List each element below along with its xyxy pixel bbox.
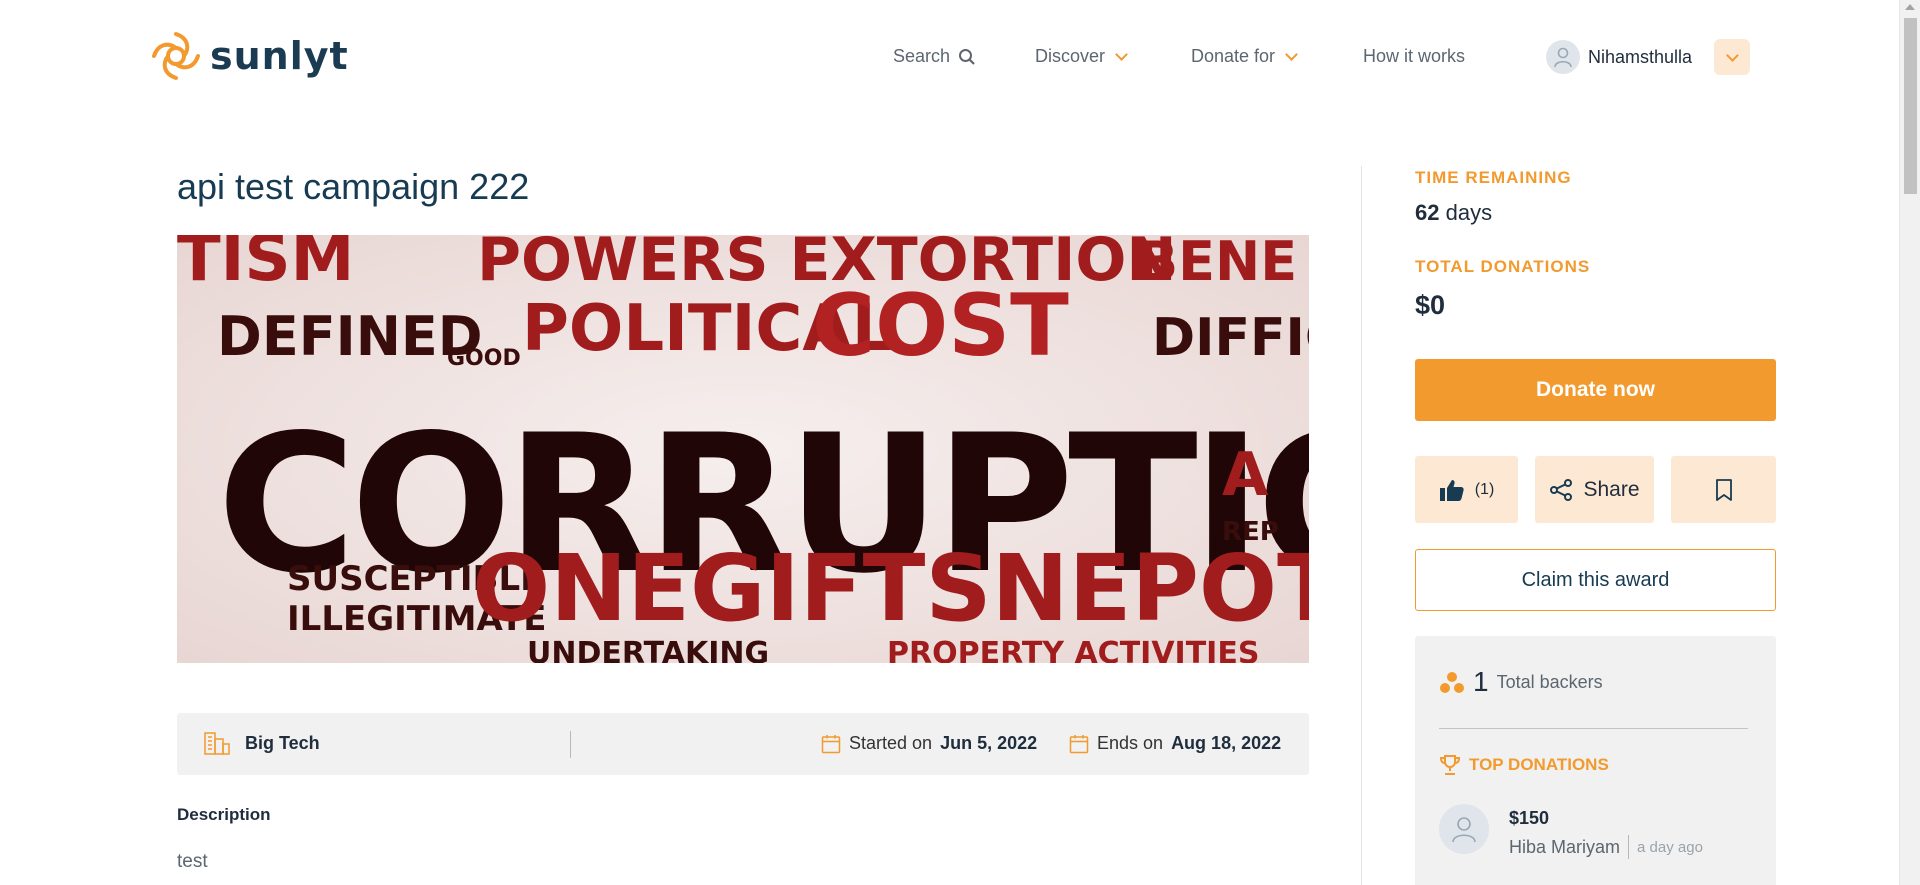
svg-text:BENE: BENE [1137, 235, 1297, 293]
scrollbar-thumb[interactable] [1904, 18, 1917, 194]
start-date-value: Jun 5, 2022 [940, 733, 1038, 753]
corruption-word-cloud-image: TISM POWERS EXTORTION BENE DEFINED POLIT… [177, 235, 1309, 663]
campaign-hero-image: TISM POWERS EXTORTION BENE DEFINED POLIT… [177, 235, 1309, 663]
backers-divider [1439, 728, 1748, 729]
svg-text:GOOD: GOOD [447, 346, 521, 371]
claim-award-button[interactable]: Claim this award [1415, 549, 1776, 611]
chevron-down-icon [1285, 47, 1298, 61]
user-icon [1452, 817, 1476, 843]
campaign-end-date: Ends on Aug 18, 2022 [1069, 733, 1281, 754]
thumbs-up-icon [1439, 479, 1464, 501]
top-donations-heading: TOP DONATIONS [1439, 754, 1609, 776]
donor-amount: $150 [1509, 808, 1550, 828]
chevron-down-icon [1725, 48, 1739, 62]
brand-logo[interactable]: sunlyt [150, 30, 349, 82]
donate-now-button[interactable]: Donate now [1415, 359, 1776, 421]
nav-search-label: Search [893, 46, 951, 66]
campaign-title: api test campaign 222 [177, 166, 530, 207]
donor-separator [1628, 835, 1630, 859]
svg-text:DEFINED: DEFINED [217, 305, 483, 368]
backers-label: Total backers [1496, 671, 1603, 692]
description-text: test [177, 851, 208, 872]
like-button[interactable]: (1) [1415, 456, 1518, 523]
svg-text:A: A [1222, 440, 1269, 510]
nav-discover-label: Discover [1035, 46, 1106, 66]
building-icon [204, 732, 230, 755]
svg-text:TISM: TISM [177, 235, 354, 296]
start-date-label: Started on [849, 733, 933, 753]
share-label: Share [1583, 477, 1640, 501]
backers-count: 1 [1473, 666, 1489, 697]
chevron-down-icon [1115, 47, 1128, 61]
user-avatar [1546, 40, 1580, 74]
donor-name: Hiba Mariyam [1509, 836, 1621, 857]
time-remaining-label: TIME REMAINING [1415, 168, 1572, 187]
campaign-category-label: Big Tech [245, 732, 320, 753]
nav-how-it-works[interactable]: How it works [1363, 46, 1465, 67]
nav-discover[interactable]: Discover [1035, 46, 1128, 67]
svg-text:COST: COST [812, 276, 1069, 376]
top-donations-label: TOP DONATIONS [1469, 755, 1609, 774]
svg-text:PROPERTY ACTIVITIES: PROPERTY ACTIVITIES [887, 636, 1259, 663]
backers-card: 1 Total backers TOP DONATIONS $150 Hiba … [1415, 636, 1776, 885]
time-remaining-unit: days [1439, 200, 1493, 225]
bookmark-button[interactable] [1671, 456, 1776, 523]
brand-name: sunlyt [210, 34, 349, 78]
time-remaining-value: 62 days [1415, 200, 1492, 226]
calendar-icon [1069, 734, 1089, 753]
share-button[interactable]: Share [1535, 456, 1654, 523]
nav-search[interactable]: Search [893, 46, 976, 67]
time-remaining-number: 62 [1415, 200, 1440, 225]
campaign-meta-bar: Big Tech Started on Jun 5, 2022 Ends on … [177, 713, 1309, 775]
share-icon [1550, 478, 1573, 501]
svg-text:DIFFIC: DIFFIC [1152, 308, 1309, 368]
description-heading: Description [177, 805, 271, 824]
scroll-up-arrow-icon[interactable] [1905, 4, 1915, 10]
user-menu-toggle[interactable] [1714, 39, 1750, 75]
calendar-icon [821, 734, 841, 753]
nav-donate-for[interactable]: Donate for [1191, 46, 1298, 67]
bookmark-icon [1715, 478, 1732, 501]
donor-time: a day ago [1637, 838, 1703, 856]
campaign-category[interactable]: Big Tech [203, 731, 320, 755]
trophy-icon [1439, 755, 1461, 775]
total-backers: 1 Total backers [1439, 666, 1603, 698]
donor-avatar [1439, 804, 1489, 854]
svg-text:ONEGIFTSNEPOTISM: ONEGIFTSNEPOTISM [472, 535, 1309, 642]
meta-divider [570, 731, 571, 758]
svg-text:UNDERTAKING: UNDERTAKING [527, 636, 769, 663]
search-icon [959, 48, 975, 65]
total-donations-value: $0 [1415, 290, 1446, 320]
nav-how-it-works-label: How it works [1363, 46, 1466, 66]
svg-text:REP: REP [1222, 517, 1279, 547]
sunlyt-logo-icon [152, 32, 200, 80]
page-scrollbar[interactable] [1899, 0, 1920, 885]
user-name: Nihamsthulla [1588, 46, 1693, 67]
backers-icon [1440, 672, 1464, 693]
column-divider [1361, 166, 1362, 885]
nav-donate-for-label: Donate for [1191, 46, 1276, 66]
user-menu[interactable]: Nihamsthulla [1546, 40, 1692, 74]
user-icon [1554, 47, 1572, 68]
end-date-value: Aug 18, 2022 [1171, 733, 1282, 753]
site-header: sunlyt Search Discover Donate for How it… [0, 0, 1899, 114]
like-count: (1) [1474, 480, 1495, 498]
end-date-label: Ends on [1097, 733, 1164, 753]
total-donations-label: TOTAL DONATIONS [1415, 257, 1591, 276]
campaign-start-date: Started on Jun 5, 2022 [821, 733, 1037, 754]
donor-item: $150 Hiba Mariyam a day ago [1439, 804, 1703, 859]
